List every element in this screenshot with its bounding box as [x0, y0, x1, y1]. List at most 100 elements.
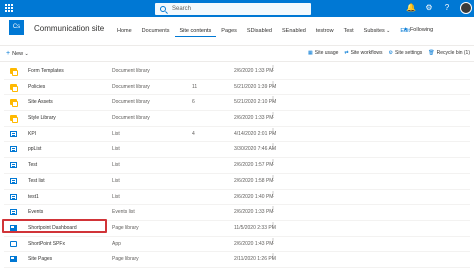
site-workflows-button[interactable]: ⇄ Site workflows	[344, 50, 382, 56]
item-type: List	[112, 177, 120, 184]
nav-documents[interactable]: Documents	[137, 27, 175, 37]
following-button[interactable]: ★ Following	[403, 27, 433, 33]
more-options-icon[interactable]: ⋮	[270, 222, 276, 229]
waffle-icon[interactable]	[5, 4, 14, 13]
list-item[interactable]: test1 List 2/6/2020 1:40 PM ⋮	[4, 190, 470, 206]
item-type: App	[112, 240, 121, 247]
new-label: New	[12, 51, 24, 57]
recycle-bin-label: Recycle bin (1)	[436, 50, 470, 56]
item-modified: 2/6/2020 1:57 PM	[234, 162, 274, 169]
item-type: Page library	[112, 256, 139, 263]
more-options-icon[interactable]: ⋮	[270, 96, 276, 103]
list-item[interactable]: Form Templates Document library 2/6/2020…	[4, 64, 470, 80]
item-count: 11	[192, 83, 198, 90]
item-type: Document library	[112, 115, 150, 122]
list-item[interactable]: Site Pages Page library 2/11/2020 1:26 P…	[4, 252, 470, 268]
item-name[interactable]: ShortPoint SPFx	[28, 241, 65, 247]
item-type: List	[112, 130, 120, 137]
more-options-icon[interactable]: ⋮	[270, 65, 276, 72]
item-name[interactable]: ppList	[28, 146, 41, 152]
more-options-icon[interactable]: ⋮	[270, 159, 276, 166]
item-name[interactable]: KPI	[28, 131, 36, 137]
recycle-bin-button[interactable]: 🗑 Recycle bin (1)	[428, 50, 470, 56]
item-modified: 2/6/2020 1:33 PM	[234, 68, 274, 74]
top-navigation: Home Documents Site contents Pages SDisa…	[112, 27, 415, 37]
list-item[interactable]: Site Assets Document library 6 5/21/2020…	[4, 95, 470, 112]
item-type: Events list	[112, 209, 135, 216]
nav-home[interactable]: Home	[112, 27, 137, 37]
item-modified: 2/6/2020 1:58 PM	[234, 177, 274, 184]
nav-subsites[interactable]: Subsites	[359, 27, 396, 37]
new-button[interactable]: + New ⌄	[6, 50, 29, 57]
search-icon	[160, 6, 166, 12]
command-bar-actions: ▦ Site usage ⇄ Site workflows ⚙ Site settin…	[308, 50, 470, 56]
list-item[interactable]: Style Library Document library 2/6/2020 …	[4, 111, 470, 127]
list-item[interactable]: Policies Document library 11 5/21/2020 1…	[4, 80, 470, 96]
trash-icon: 🗑	[428, 50, 435, 56]
site-workflows-label: Site workflows	[350, 50, 383, 56]
list-icon	[10, 162, 17, 169]
nav-pages[interactable]: Pages	[216, 27, 242, 37]
library-icon	[10, 83, 18, 92]
command-bar: + New ⌄ ▦ Site usage ⇄ Site workflows ⚙ Site…	[0, 45, 474, 62]
list-item[interactable]: ppList List 3/30/2020 7:46 AM ⋮	[4, 142, 470, 159]
more-options-icon[interactable]: ⋮	[270, 81, 276, 88]
item-type: Page library	[112, 224, 139, 231]
more-options-icon[interactable]: ⋮	[270, 143, 276, 150]
star-icon: ★	[403, 27, 408, 33]
list-icon	[10, 146, 17, 153]
nav-site-contents[interactable]: Site contents	[174, 27, 217, 37]
item-name[interactable]: Site Assets	[28, 99, 53, 105]
item-name[interactable]: Style Library	[28, 115, 56, 121]
search-placeholder: Search	[172, 6, 192, 12]
item-type: List	[112, 162, 120, 169]
page-library-icon	[10, 256, 17, 263]
item-name[interactable]: Policies	[28, 84, 45, 90]
more-options-icon[interactable]: ⋮	[270, 238, 276, 245]
nav-sdisabled[interactable]: SDisabled	[242, 27, 277, 37]
site-logo[interactable]: Cs	[9, 20, 24, 35]
list-item[interactable]: KPI List 4 4/14/2020 2:01 PM ⋮	[4, 127, 470, 143]
more-options-icon[interactable]: ⋮	[270, 253, 276, 260]
nav-testrow[interactable]: testrow	[311, 27, 339, 37]
site-usage-label: Site usage	[314, 50, 339, 56]
item-count: 4	[192, 130, 195, 137]
item-name[interactable]: Test	[28, 162, 37, 168]
item-modified: 2/6/2020 1:33 PM	[234, 209, 274, 216]
item-name[interactable]: Form Templates	[28, 68, 64, 74]
plus-icon: +	[6, 50, 11, 57]
item-name[interactable]: Events	[28, 209, 43, 215]
item-name[interactable]: Test list	[28, 178, 45, 184]
search-box[interactable]: Search	[155, 3, 311, 15]
list-icon	[10, 193, 17, 200]
list-item[interactable]: Test List 2/6/2020 1:57 PM ⋮	[4, 158, 470, 174]
more-options-icon[interactable]: ⋮	[270, 112, 276, 119]
avatar[interactable]	[460, 2, 472, 14]
more-options-icon[interactable]: ⋮	[270, 175, 276, 182]
item-name[interactable]: test1	[28, 194, 39, 200]
more-options-icon[interactable]: ⋮	[270, 206, 276, 213]
nav-senabled[interactable]: SEnabled	[277, 27, 311, 37]
nav-test[interactable]: Test	[339, 27, 359, 37]
site-settings-button[interactable]: ⚙ Site settings	[389, 50, 423, 56]
list-icon	[10, 177, 17, 184]
gear-icon[interactable]: ⚙	[424, 2, 434, 14]
list-item[interactable]: ShortPoint SPFx App 2/6/2020 1:43 PM ⋮	[4, 237, 470, 253]
more-options-icon[interactable]: ⋮	[270, 128, 276, 135]
help-icon[interactable]: ?	[442, 2, 452, 14]
list-item[interactable]: Test list List 2/6/2020 1:58 PM ⋮	[4, 174, 470, 190]
library-icon	[10, 68, 18, 76]
bell-icon[interactable]: 🔔	[406, 2, 416, 14]
item-type: Document library	[112, 68, 150, 74]
item-modified: 2/6/2020 1:43 PM	[234, 240, 274, 247]
site-title[interactable]: Communication site	[34, 24, 104, 33]
item-modified: 2/6/2020 1:40 PM	[234, 193, 274, 200]
library-icon	[10, 99, 18, 108]
suite-bar-actions: 🔔 ⚙ ?	[406, 2, 472, 14]
item-name[interactable]: Site Pages	[28, 256, 52, 262]
events-icon	[10, 209, 17, 216]
site-usage-button[interactable]: ▦ Site usage	[308, 50, 338, 56]
more-options-icon[interactable]: ⋮	[270, 191, 276, 198]
library-icon	[10, 115, 18, 124]
gear-icon: ⚙	[388, 50, 394, 56]
